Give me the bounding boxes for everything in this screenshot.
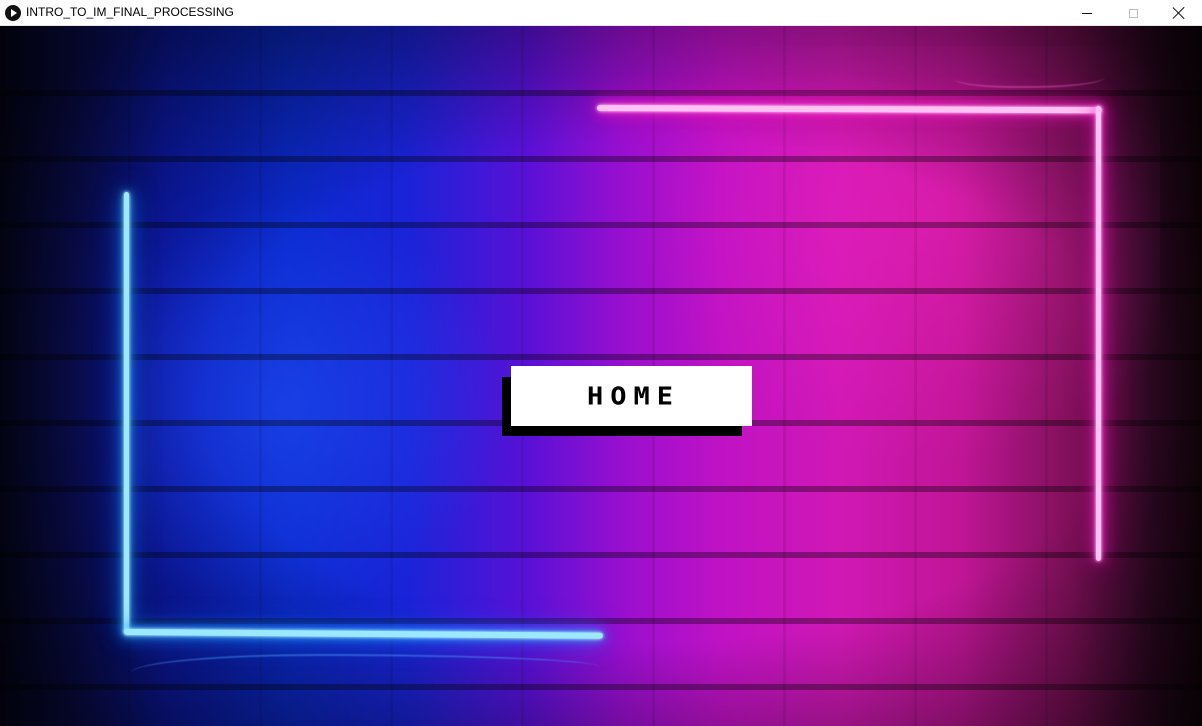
minimize-icon xyxy=(1082,12,1092,14)
pink-neon-vertical-line xyxy=(1096,106,1101,561)
processing-play-icon xyxy=(5,5,21,21)
maximize-button[interactable] xyxy=(1110,0,1156,26)
close-button[interactable] xyxy=(1156,0,1202,26)
minimize-button[interactable] xyxy=(1064,0,1110,26)
blue-neon-wire xyxy=(130,654,600,686)
home-button-label: HOME xyxy=(586,381,681,411)
window-title: INTRO_TO_IM_FINAL_PROCESSING xyxy=(26,5,234,19)
title-bar[interactable]: INTRO_TO_IM_FINAL_PROCESSING xyxy=(0,0,1202,26)
maximize-icon xyxy=(1128,8,1138,18)
blue-neon-vertical-line xyxy=(124,192,129,634)
pink-neon-wire xyxy=(955,66,1105,88)
app-window: INTRO_TO_IM_FINAL_PROCESSING HOME xyxy=(0,0,1202,726)
sketch-canvas[interactable]: HOME xyxy=(0,26,1202,726)
close-icon xyxy=(1173,7,1185,19)
home-button[interactable]: HOME xyxy=(511,366,752,426)
